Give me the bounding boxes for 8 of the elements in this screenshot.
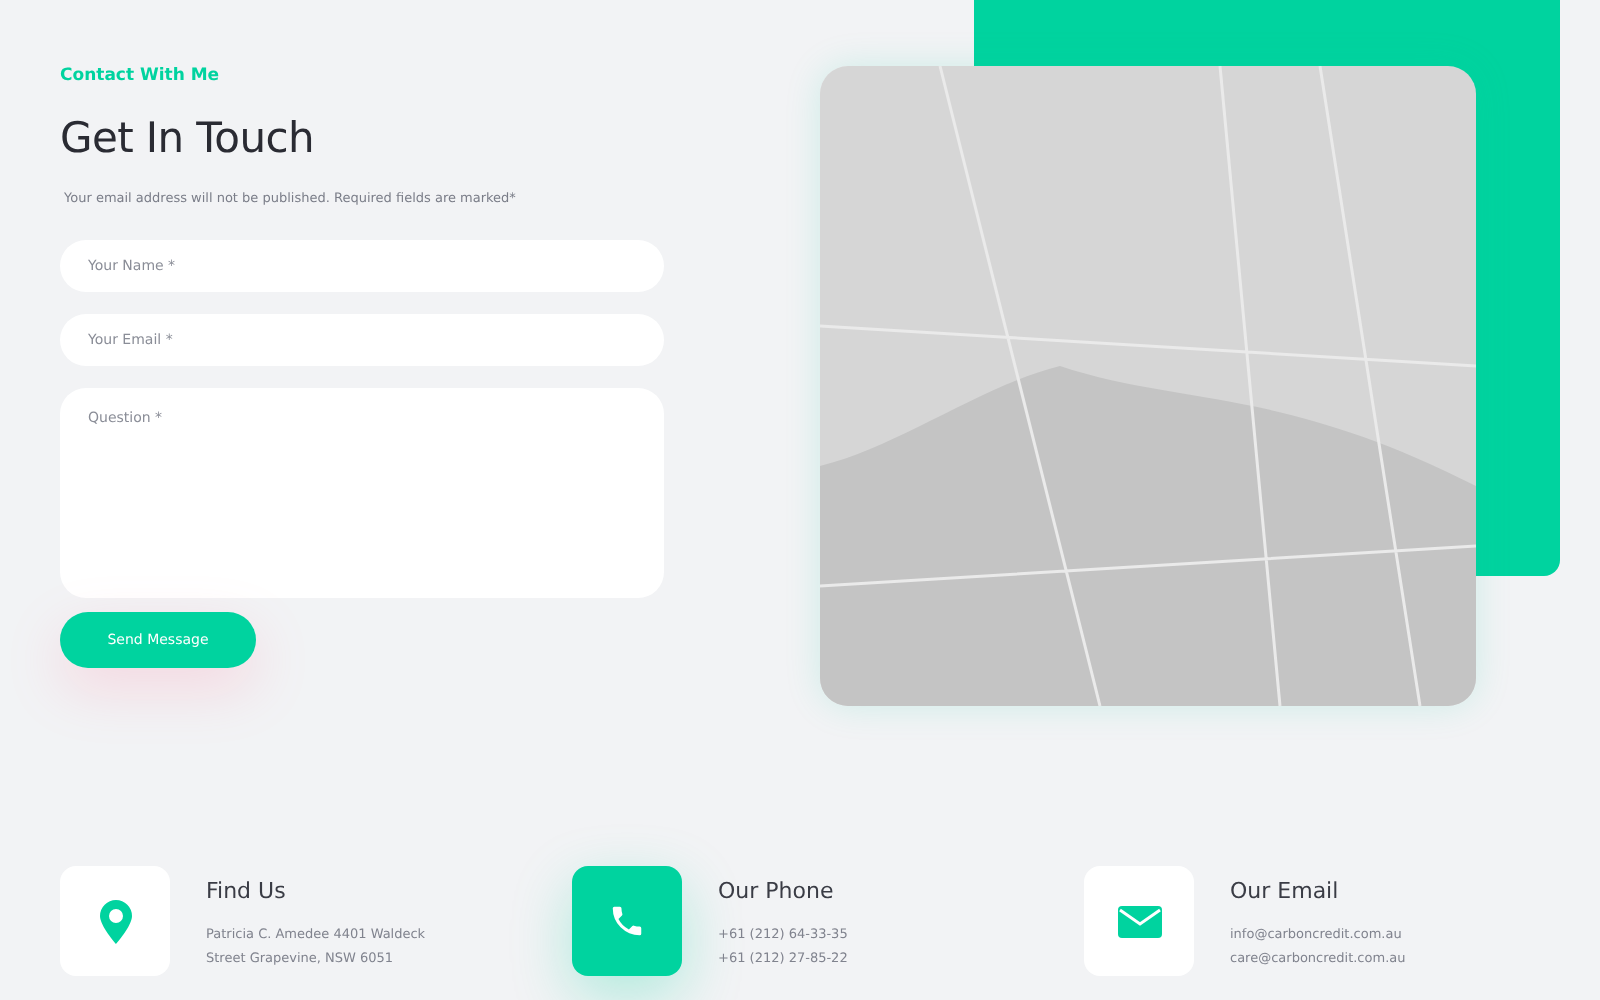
map-pin-icon [99,899,131,943]
contact-title: Our Email [1230,878,1341,904]
phone-icon [608,902,646,940]
contact-title: Our Phone [718,878,836,904]
page-heading: Get In Touch [60,114,316,162]
envelope-icon [1117,905,1161,937]
section-eyebrow: Contact With Me [60,66,222,86]
contact-title: Find Us [206,878,288,904]
